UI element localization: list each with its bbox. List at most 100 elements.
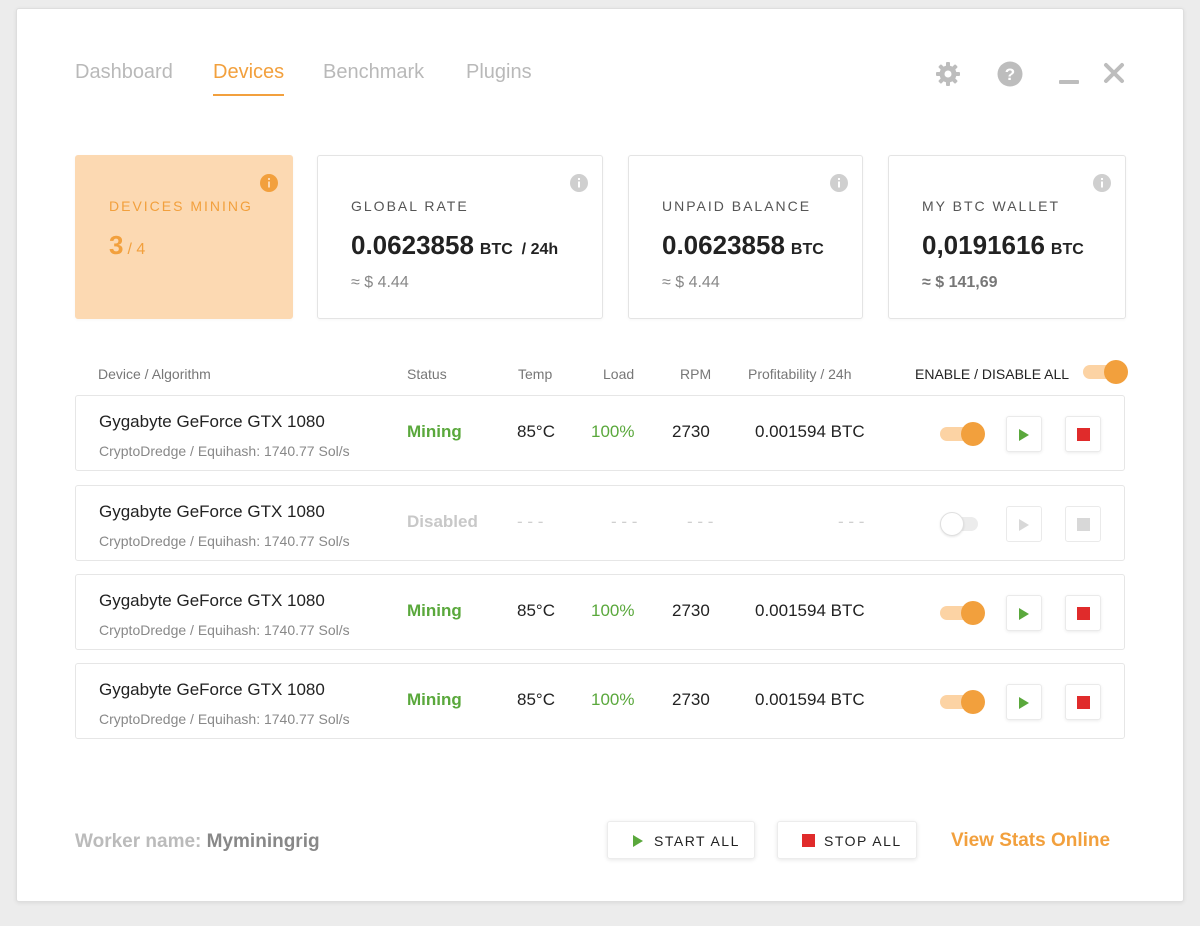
stop-icon	[1077, 607, 1090, 620]
card-label: UNPAID BALANCE	[662, 198, 812, 214]
stop-all-button[interactable]: STOP ALL	[777, 821, 917, 859]
close-icon[interactable]	[1102, 61, 1128, 87]
play-icon	[1019, 519, 1029, 531]
device-temp: - - -	[517, 512, 544, 531]
table-row: Gygabyte GeForce GTX 1080 CryptoDredge / …	[75, 485, 1125, 561]
device-load: 100%	[591, 690, 635, 709]
devices-mining-count: 3/ 4	[109, 230, 145, 261]
global-rate-card: GLOBAL RATE 0.0623858 BTC / 24h ≈ $ 4.44	[317, 155, 603, 319]
header-rpm: RPM	[680, 366, 712, 382]
device-enable-toggle[interactable]	[940, 690, 985, 714]
device-rpm: 2730	[672, 690, 710, 709]
device-stop-button[interactable]	[1065, 416, 1101, 452]
play-icon	[1019, 697, 1029, 709]
device-name: Gygabyte GeForce GTX 1080	[99, 502, 325, 521]
card-label: GLOBAL RATE	[351, 198, 469, 214]
device-status: Disabled	[407, 512, 478, 531]
wallet-value: 0,0191616	[922, 230, 1045, 260]
global-rate-unit: BTC / 24h	[479, 241, 559, 258]
device-profitability: 0.001594 BTC	[755, 601, 865, 620]
card-label: MY BTC WALLET	[922, 198, 1061, 214]
device-algorithm: CryptoDredge / Equihash: 1740.77 Sol/s	[99, 533, 350, 549]
play-icon	[633, 835, 643, 847]
mining-count: 3	[109, 230, 124, 260]
tab-dashboard[interactable]: Dashboard	[75, 61, 173, 94]
table-row: Gygabyte GeForce GTX 1080 CryptoDredge / …	[75, 574, 1125, 650]
card-usd: ≈ $ 141,69	[922, 274, 998, 291]
start-all-button[interactable]: START ALL	[607, 821, 755, 859]
play-icon	[1019, 429, 1029, 441]
device-name: Gygabyte GeForce GTX 1080	[99, 412, 325, 431]
info-icon[interactable]	[830, 174, 848, 192]
device-enable-toggle[interactable]	[940, 512, 984, 536]
device-profitability: - - -	[838, 512, 865, 531]
play-icon	[1019, 608, 1029, 620]
top-nav: Dashboard Devices Benchmark Plugins ?	[17, 9, 1183, 109]
device-rpm: - - -	[687, 512, 714, 531]
device-name: Gygabyte GeForce GTX 1080	[99, 591, 325, 610]
device-start-button[interactable]	[1006, 595, 1042, 631]
device-temp: 85°C	[517, 601, 555, 620]
device-rpm: 2730	[672, 422, 710, 441]
card-value: 0,0191616 BTC	[922, 230, 1084, 261]
header-status: Status	[407, 366, 447, 382]
worker-name: Worker name: Myminingrig	[75, 831, 320, 853]
device-algorithm: CryptoDredge / Equihash: 1740.77 Sol/s	[99, 443, 350, 459]
stop-icon	[1077, 428, 1090, 441]
stop-icon	[1077, 696, 1090, 709]
device-total: / 4	[127, 241, 146, 258]
app-window: Dashboard Devices Benchmark Plugins ? DE…	[16, 8, 1184, 902]
device-stop-button[interactable]	[1065, 684, 1101, 720]
global-rate-value: 0.0623858	[351, 230, 474, 260]
unpaid-balance-card: UNPAID BALANCE 0.0623858 BTC ≈ $ 4.44	[628, 155, 863, 319]
header-profitability: Profitability / 24h	[748, 366, 852, 382]
tab-plugins[interactable]: Plugins	[466, 61, 532, 94]
device-load: 100%	[591, 601, 635, 620]
device-load: - - -	[611, 512, 638, 531]
gear-icon[interactable]	[935, 61, 961, 87]
device-profitability: 0.001594 BTC	[755, 422, 865, 441]
card-value: 0.0623858 BTC	[662, 230, 824, 261]
start-all-label: START ALL	[654, 833, 740, 849]
header-device: Device / Algorithm	[98, 366, 211, 382]
device-enable-toggle[interactable]	[940, 422, 985, 446]
device-load: 100%	[591, 422, 635, 441]
device-temp: 85°C	[517, 422, 555, 441]
info-icon[interactable]	[570, 174, 588, 192]
table-row: Gygabyte GeForce GTX 1080 CryptoDredge / …	[75, 663, 1125, 739]
device-temp: 85°C	[517, 690, 555, 709]
minimize-icon[interactable]	[1057, 61, 1083, 87]
btc-wallet-card: MY BTC WALLET 0,0191616 BTC ≈ $ 141,69	[888, 155, 1126, 319]
card-value: 0.0623858 BTC / 24h	[351, 230, 558, 261]
tab-benchmark[interactable]: Benchmark	[323, 61, 424, 94]
enable-all-toggle[interactable]	[1083, 360, 1128, 384]
info-icon[interactable]	[1093, 174, 1111, 192]
tab-devices[interactable]: Devices	[213, 61, 285, 96]
device-start-button[interactable]	[1006, 506, 1042, 542]
device-status: Mining	[407, 422, 462, 441]
worker-value: Myminingrig	[206, 831, 320, 852]
worker-label: Worker name:	[75, 831, 202, 852]
card-usd: ≈ $ 4.44	[351, 274, 409, 291]
help-icon[interactable]: ?	[997, 61, 1023, 87]
stop-all-label: STOP ALL	[824, 833, 902, 849]
svg-text:?: ?	[1005, 65, 1015, 84]
device-rpm: 2730	[672, 601, 710, 620]
device-status: Mining	[407, 601, 462, 620]
wallet-unit: BTC	[1050, 241, 1084, 258]
unpaid-value: 0.0623858	[662, 230, 785, 260]
device-status: Mining	[407, 690, 462, 709]
device-enable-toggle[interactable]	[940, 601, 985, 625]
stop-icon	[802, 834, 815, 847]
device-stop-button[interactable]	[1065, 595, 1101, 631]
unpaid-unit: BTC	[790, 241, 824, 258]
device-name: Gygabyte GeForce GTX 1080	[99, 680, 325, 699]
card-label: DEVICES MINING	[109, 198, 253, 214]
device-algorithm: CryptoDredge / Equihash: 1740.77 Sol/s	[99, 622, 350, 638]
device-start-button[interactable]	[1006, 416, 1042, 452]
device-start-button[interactable]	[1006, 684, 1042, 720]
device-stop-button[interactable]	[1065, 506, 1101, 542]
view-stats-online-link[interactable]: View Stats Online	[951, 830, 1110, 852]
card-usd: ≈ $ 4.44	[662, 274, 720, 291]
info-icon[interactable]	[260, 174, 278, 192]
